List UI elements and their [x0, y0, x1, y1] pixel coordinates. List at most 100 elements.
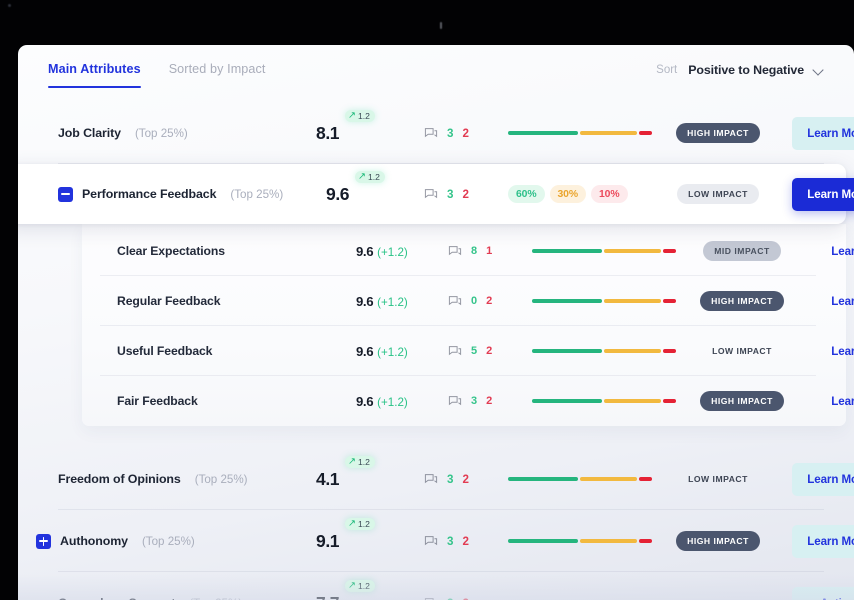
sort-label: Sort [656, 64, 678, 76]
action-cell: Learn More [810, 291, 854, 312]
comment-bubble-icon [448, 345, 462, 358]
negative-comment-count: 2 [462, 472, 469, 486]
learn-more-button[interactable]: Learn More [816, 291, 854, 312]
score-delta: (+1.2) [377, 295, 408, 309]
table-row[interactable]: Co-workers Support (Top 25%) 7.7 ↗ 1.2 [18, 572, 854, 600]
comments-cell[interactable]: 3 2 [424, 535, 504, 548]
attributes-panel: Main Attributes Sorted by Impact Sort Po… [18, 45, 854, 600]
bar-segment-negative [663, 249, 676, 253]
comments-cell[interactable]: 0 2 [448, 295, 528, 308]
comments-cell[interactable]: 3 2 [424, 127, 504, 140]
learn-more-button[interactable]: Learn More [792, 462, 854, 496]
learn-more-button[interactable]: Learn More [816, 341, 854, 362]
status-badge: HIGH IMPACT [700, 291, 784, 311]
screen: Main Attributes Sorted by Impact Sort Po… [0, 0, 854, 600]
bar-segment-neutral [580, 477, 637, 481]
score-cell: 9.6 (+1.2) [356, 394, 448, 409]
attribute-name: Performance Feedback [82, 187, 217, 201]
status-badge: HIGH IMPACT [676, 123, 760, 143]
status-badge: LOW IMPACT [677, 593, 759, 600]
comments-cell[interactable]: 5 2 [448, 345, 528, 358]
bar-segment-positive [532, 349, 602, 353]
chevron-down-icon[interactable] [813, 65, 824, 76]
attribute-rank: (Top 25%) [189, 597, 242, 600]
table-row[interactable]: Job Clarity (Top 25%) 8.1 ↗ 1.2 3 2 HIGH… [18, 102, 854, 164]
action-cell: Learn More [786, 177, 854, 211]
score-delta: (+1.2) [377, 345, 408, 359]
sentiment-bar [532, 399, 680, 403]
table-row[interactable]: Authonomy (Top 25%) 9.1 ↗ 1.2 3 2 HIGH I… [18, 510, 854, 572]
attribute-name: Job Clarity [58, 126, 121, 140]
action-cell: Learn More [810, 241, 854, 262]
sub-table-row[interactable]: Clear Expectations 9.6 (+1.2) 8 1 MID IM… [82, 226, 854, 276]
negative-comment-count: 2 [462, 187, 469, 201]
attribute-name: Regular Feedback [117, 294, 221, 308]
action-cell: Learn More [786, 524, 854, 558]
bar-segment-positive [508, 539, 578, 543]
comments-cell[interactable]: 3 2 [424, 188, 504, 201]
bar-segment-neutral [604, 249, 661, 253]
learn-more-button[interactable]: Learn More [816, 391, 854, 412]
trend-badge: ↗ 1.2 [345, 517, 375, 530]
tab-sorted-by-impact[interactable]: Sorted by Impact [169, 62, 266, 88]
attribute-rank: (Top 25%) [230, 187, 284, 201]
score-cell: 9.6 (+1.2) [356, 344, 448, 359]
negative-comment-count: 2 [486, 395, 493, 407]
row-name-cell: Clear Expectations [100, 244, 356, 258]
score-delta: (+1.2) [377, 245, 408, 259]
action-cell: Learn More [786, 462, 854, 496]
comments-cell[interactable]: 8 1 [448, 245, 528, 258]
score-cell: 7.7 ↗ 1.2 [316, 579, 424, 600]
collapse-toggle-icon[interactable] [58, 186, 73, 202]
learn-more-button[interactable]: Learn More [792, 524, 854, 558]
bar-segment-negative [663, 299, 676, 303]
sentiment-bar [532, 249, 680, 253]
comments-cell[interactable]: 3 2 [448, 395, 528, 408]
learn-more-button[interactable]: Learn More [792, 116, 854, 150]
action-button[interactable]: Action [792, 586, 854, 600]
sub-table-row[interactable]: Regular Feedback 9.6 (+1.2) 0 2 HIGH IMP… [82, 276, 854, 326]
positive-comment-count: 3 [447, 534, 454, 548]
screen-corner-speck [8, 4, 11, 7]
expand-toggle-icon[interactable] [36, 533, 51, 549]
negative-comment-count: 2 [462, 534, 469, 548]
percent-neutral: 30% [549, 185, 586, 203]
sub-table-row[interactable]: Useful Feedback 9.6 (+1.2) 5 2 LOW IMPAC… [82, 326, 854, 376]
trend-value: 1.2 [357, 580, 370, 591]
table-row-expanded[interactable]: Performance Feedback (Top 25%) 9.6 ↗ 1.2 [18, 164, 854, 224]
learn-more-button[interactable]: Learn More [792, 177, 854, 211]
bar-segment-negative [639, 539, 652, 543]
comments-cell[interactable]: 3 2 [424, 473, 504, 486]
attribute-name: Freedom of Opinions [58, 472, 181, 486]
impact-cell: HIGH IMPACT [688, 291, 796, 311]
impact-cell: MID IMPACT [688, 241, 796, 261]
bar-segment-positive [532, 399, 602, 403]
sub-table-row[interactable]: Fair Feedback 9.6 (+1.2) 3 2 HIGH IMPACT… [82, 376, 854, 426]
negative-comment-count: 1 [486, 245, 493, 257]
comment-bubble-icon [424, 535, 438, 548]
learn-more-button[interactable]: Learn More [816, 241, 854, 262]
bar-segment-negative [663, 349, 676, 353]
status-badge: HIGH IMPACT [676, 531, 760, 551]
comment-bubble-icon [448, 295, 462, 308]
row-name-cell: Freedom of Opinions (Top 25%) [58, 472, 316, 486]
tab-bar: Main Attributes Sorted by Impact [48, 45, 266, 88]
comments-cell[interactable]: 3 2 [424, 597, 504, 600]
bar-segment-neutral [604, 299, 661, 303]
score-cell: 9.6 (+1.2) [356, 244, 448, 259]
table-row[interactable]: Freedom of Opinions (Top 25%) 4.1 ↗ 1.2 [18, 448, 854, 510]
sort-control[interactable]: Sort Positive to Negative [656, 45, 824, 77]
bar-segment-positive [508, 477, 578, 481]
row-name-cell: Co-workers Support (Top 25%) [58, 596, 316, 600]
tab-main-attributes[interactable]: Main Attributes [48, 62, 141, 88]
bar-segment-negative [639, 131, 652, 135]
trend-value: 1.2 [357, 456, 370, 467]
percent-breakdown: 60% 30% 10% [508, 185, 656, 203]
bar-segment-positive [532, 249, 602, 253]
attribute-name: Authonomy [60, 534, 128, 548]
trend-badge: ↗ 1.2 [355, 170, 385, 183]
negative-comment-count: 2 [486, 295, 493, 307]
percent-negative: 10% [591, 185, 628, 203]
sort-value: Positive to Negative [688, 63, 804, 77]
panel-header: Main Attributes Sorted by Impact Sort Po… [18, 45, 854, 102]
